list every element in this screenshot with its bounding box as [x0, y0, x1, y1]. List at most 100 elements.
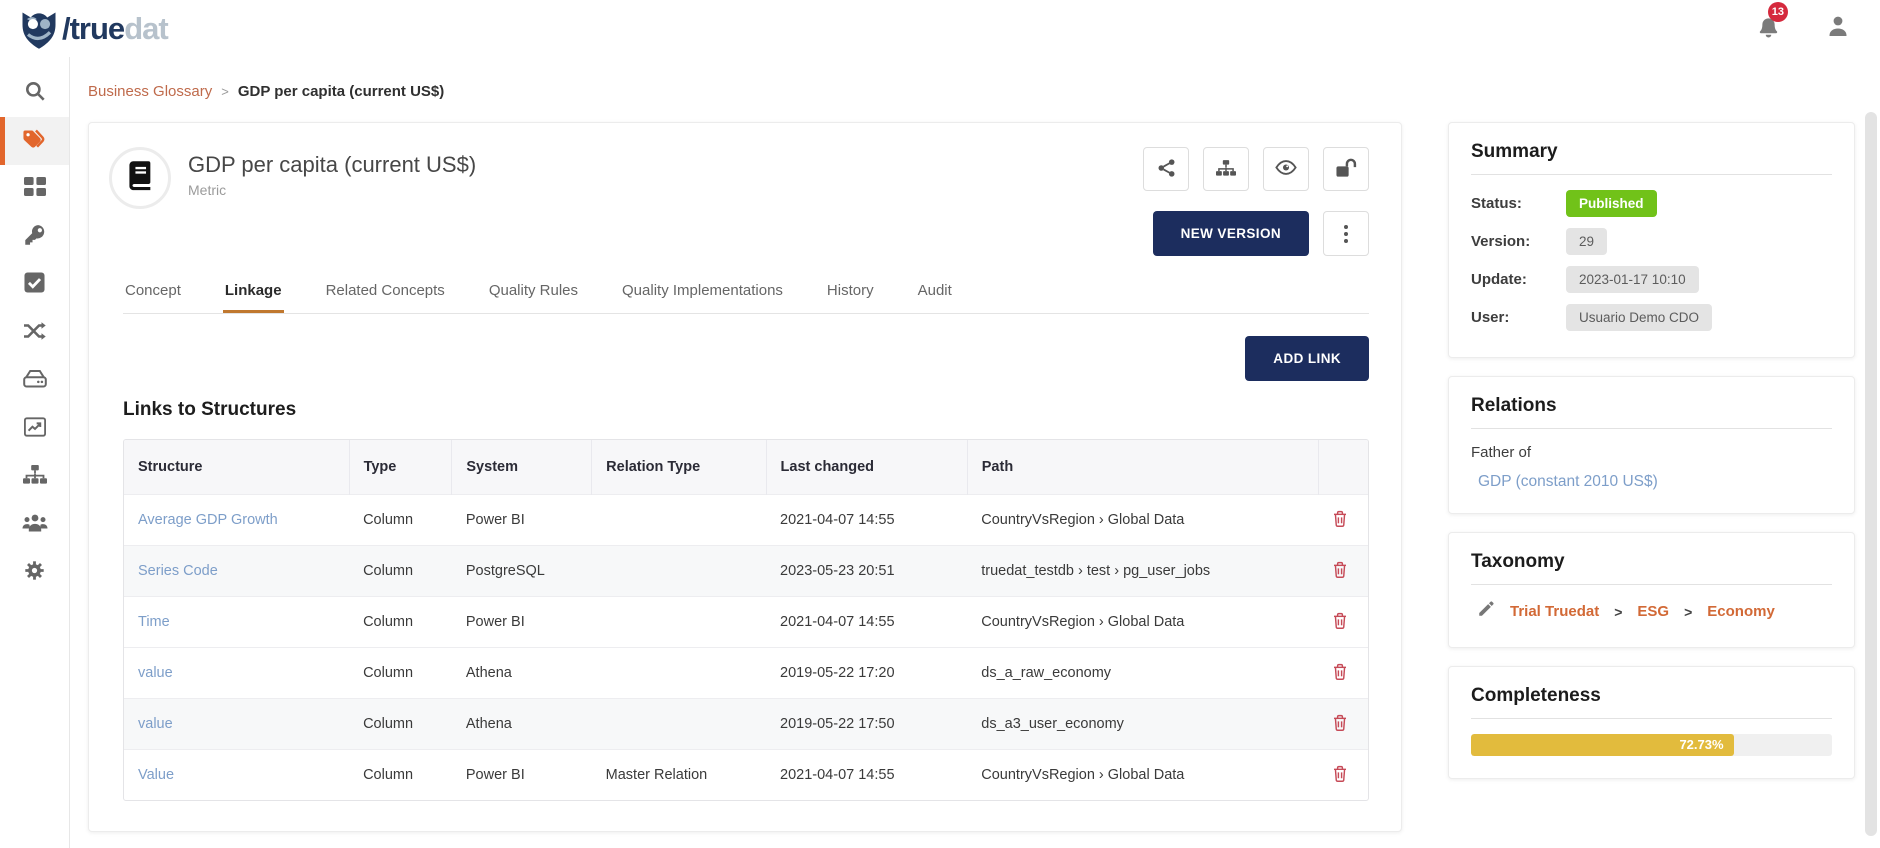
sidebar-item-glossary[interactable] — [0, 117, 69, 165]
sidebar-item-users[interactable] — [0, 501, 69, 549]
sidebar-item-dashboards[interactable] — [0, 165, 69, 213]
notifications-bell-icon[interactable]: 13 — [1757, 14, 1780, 43]
tab-quality-implementations[interactable]: Quality Implementations — [620, 282, 785, 313]
tab-related-concepts[interactable]: Related Concepts — [324, 282, 447, 313]
cell-last-changed: 2021-04-07 14:55 — [766, 750, 967, 801]
delete-link-button[interactable] — [1332, 509, 1348, 531]
sitemap-icon — [1216, 160, 1236, 179]
cell-last-changed: 2019-05-22 17:20 — [766, 648, 967, 699]
taxonomy-domain-link[interactable]: Trial Truedat — [1510, 603, 1599, 620]
tab-concept[interactable]: Concept — [123, 282, 183, 313]
cell-system: PostgreSQL — [452, 546, 592, 597]
tab-quality-rules[interactable]: Quality Rules — [487, 282, 580, 313]
new-version-button[interactable]: NEW VERSION — [1153, 211, 1309, 256]
cell-type: Column — [349, 699, 452, 750]
user-profile-icon[interactable] — [1826, 14, 1850, 43]
add-link-button[interactable]: ADD LINK — [1245, 336, 1369, 381]
tags-icon — [22, 128, 48, 155]
table-header-row: Structure Type System Relation Type Last… — [124, 440, 1368, 495]
relation-group-label: Father of — [1471, 444, 1832, 461]
cell-last-changed: 2023-05-23 20:51 — [766, 546, 967, 597]
update-label: Update: — [1471, 271, 1566, 288]
tab-audit[interactable]: Audit — [916, 282, 954, 313]
taxonomy-domain-link[interactable]: ESG — [1637, 603, 1669, 620]
cell-last-changed: 2019-05-22 17:50 — [766, 699, 967, 750]
delete-link-button[interactable] — [1332, 560, 1348, 582]
sitemap-icon — [23, 465, 47, 489]
cell-type: Column — [349, 495, 452, 546]
share-button[interactable] — [1143, 147, 1189, 191]
table-row: value Column Athena 2019-05-22 17:50 ds_… — [124, 699, 1368, 750]
cell-relation-type — [592, 495, 766, 546]
relations-title: Relations — [1471, 395, 1832, 429]
cell-type: Column — [349, 750, 452, 801]
delete-link-button[interactable] — [1332, 713, 1348, 735]
watch-button[interactable] — [1263, 147, 1309, 191]
cell-type: Column — [349, 546, 452, 597]
structure-link[interactable]: Time — [138, 614, 170, 630]
key-icon — [24, 224, 46, 251]
chart-line-icon — [24, 417, 46, 442]
structure-view-button[interactable] — [1203, 147, 1249, 191]
user-badge: Usuario Demo CDO — [1566, 304, 1712, 331]
sidebar-item-permissions[interactable] — [0, 213, 69, 261]
cell-system: Power BI — [452, 495, 592, 546]
completeness-title: Completeness — [1471, 685, 1832, 719]
cell-path: ds_a3_user_economy — [967, 699, 1318, 750]
structure-link[interactable]: Series Code — [138, 563, 218, 579]
concept-avatar — [109, 147, 171, 209]
completeness-fill: 72.73% — [1471, 734, 1734, 756]
sidebar-item-analytics[interactable] — [0, 405, 69, 453]
tab-history[interactable]: History — [825, 282, 876, 313]
version-label: Version: — [1471, 233, 1566, 250]
table-row: Time Column Power BI 2021-04-07 14:55 Co… — [124, 597, 1368, 648]
col-header-relation-type: Relation Type — [592, 440, 766, 495]
page-scrollbar[interactable] — [1865, 112, 1877, 836]
edit-pencil-icon[interactable] — [1477, 600, 1495, 623]
sidebar-item-data-sources[interactable] — [0, 357, 69, 405]
chevron-right-icon: > — [1614, 604, 1622, 620]
delete-link-button[interactable] — [1332, 611, 1348, 633]
sidebar-item-settings[interactable] — [0, 549, 69, 597]
summary-title: Summary — [1471, 141, 1832, 175]
delete-link-button[interactable] — [1332, 764, 1348, 786]
tab-linkage[interactable]: Linkage — [223, 282, 284, 313]
share-icon — [1157, 158, 1176, 181]
cell-relation-type — [592, 597, 766, 648]
col-header-structure: Structure — [124, 440, 349, 495]
links-table: Structure Type System Relation Type Last… — [123, 439, 1369, 801]
sidebar-item-structures[interactable] — [0, 453, 69, 501]
completeness-progress-bar: 72.73% — [1471, 734, 1832, 756]
truedat-logo[interactable]: /truedat — [18, 7, 168, 51]
table-row: Average GDP Growth Column Power BI 2021-… — [124, 495, 1368, 546]
col-header-actions — [1318, 440, 1368, 495]
sidebar-item-quality[interactable] — [0, 261, 69, 309]
col-header-last-changed: Last changed — [766, 440, 967, 495]
search-icon — [24, 80, 46, 107]
structure-link[interactable]: Value — [138, 767, 174, 783]
cell-system: Power BI — [452, 750, 592, 801]
sidebar-item-search[interactable] — [0, 69, 69, 117]
trash-icon — [1332, 713, 1348, 735]
table-row: value Column Athena 2019-05-22 17:20 ds_… — [124, 648, 1368, 699]
structure-link[interactable]: value — [138, 716, 173, 732]
cell-path: truedat_testdb › test › pg_user_jobs — [967, 546, 1318, 597]
col-header-system: System — [452, 440, 592, 495]
delete-link-button[interactable] — [1332, 662, 1348, 684]
logo-text: /truedat — [62, 13, 168, 44]
sidebar-item-lineage[interactable] — [0, 309, 69, 357]
taxonomy-domain-link[interactable]: Economy — [1707, 603, 1775, 620]
col-header-type: Type — [349, 440, 452, 495]
confidential-toggle-button[interactable] — [1323, 147, 1369, 191]
related-concept-link[interactable]: GDP (constant 2010 US$) — [1478, 473, 1658, 490]
lock-open-icon — [1335, 158, 1357, 181]
structure-link[interactable]: Average GDP Growth — [138, 512, 278, 528]
cell-relation-type: Master Relation — [592, 750, 766, 801]
breadcrumb-parent-link[interactable]: Business Glossary — [88, 83, 212, 100]
cell-type: Column — [349, 597, 452, 648]
shuffle-icon — [23, 321, 47, 346]
structure-link[interactable]: value — [138, 665, 173, 681]
concept-type-label: Metric — [188, 182, 476, 198]
more-actions-button[interactable] — [1323, 211, 1369, 256]
cell-system: Athena — [452, 699, 592, 750]
